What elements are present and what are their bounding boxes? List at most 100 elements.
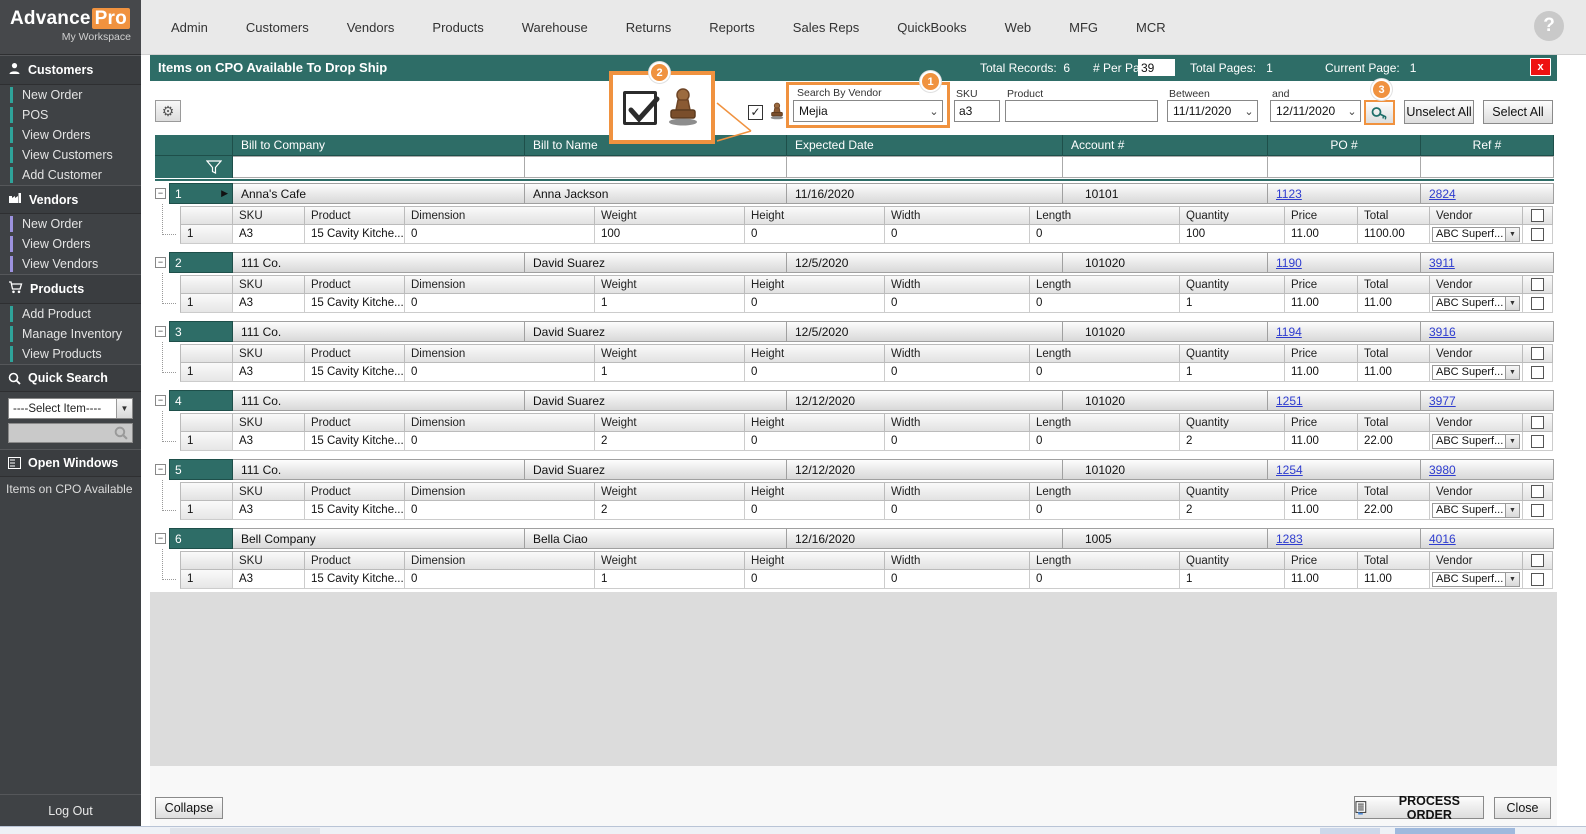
sidebar-item-new-order[interactable]: New Order: [0, 85, 141, 105]
process-order-button[interactable]: PROCESS ORDER: [1354, 796, 1484, 819]
quick-search-item-select[interactable]: ----Select Item---- ▼: [8, 398, 133, 419]
po-link[interactable]: 1251: [1276, 394, 1303, 408]
vendor-select[interactable]: ABC Superf...▼: [1432, 365, 1520, 380]
ref-link[interactable]: 3980: [1429, 463, 1456, 477]
chevron-down-icon[interactable]: ▼: [1505, 366, 1519, 379]
ref-link[interactable]: 3911: [1429, 256, 1455, 270]
filter-input-company[interactable]: [233, 156, 525, 178]
collapse-group-icon[interactable]: −: [155, 395, 166, 406]
nav-item-customers[interactable]: Customers: [246, 20, 309, 35]
nav-item-vendors[interactable]: Vendors: [347, 20, 395, 35]
ref-link[interactable]: 4016: [1429, 532, 1456, 546]
column-header-company[interactable]: Bill to Company: [233, 135, 525, 156]
nav-item-mcr[interactable]: MCR: [1136, 20, 1166, 35]
product-input[interactable]: [1005, 100, 1158, 122]
stamp-icon[interactable]: [769, 102, 785, 121]
collapse-button[interactable]: Collapse: [155, 797, 223, 819]
column-header-po[interactable]: PO #: [1268, 135, 1421, 156]
quick-search-input[interactable]: [8, 423, 133, 443]
po-link[interactable]: 1254: [1276, 463, 1303, 477]
nav-item-warehouse[interactable]: Warehouse: [522, 20, 588, 35]
unselect-all-button[interactable]: Unselect All: [1404, 100, 1474, 124]
select-all-button[interactable]: Select All: [1483, 100, 1553, 124]
header-checkbox[interactable]: [1531, 278, 1544, 291]
header-checkbox[interactable]: [1531, 209, 1544, 222]
header-checkbox[interactable]: [1531, 347, 1544, 360]
item-checkbox[interactable]: [1531, 366, 1544, 379]
nav-item-products[interactable]: Products: [432, 20, 483, 35]
close-icon[interactable]: x: [1530, 58, 1551, 76]
nav-item-web[interactable]: Web: [1005, 20, 1032, 35]
row-number-cell[interactable]: 3: [169, 321, 233, 342]
nav-item-reports[interactable]: Reports: [709, 20, 755, 35]
row-number-cell[interactable]: 2: [169, 252, 233, 273]
vendor-select[interactable]: ABC Superf...▼: [1432, 296, 1520, 311]
vendor-select[interactable]: Mejia ⌄: [793, 100, 943, 122]
vendor-select[interactable]: ABC Superf...▼: [1432, 227, 1520, 242]
header-checkbox[interactable]: [1531, 554, 1544, 567]
sku-input[interactable]: [954, 100, 1000, 122]
help-icon[interactable]: ?: [1534, 11, 1564, 41]
filter-input-po[interactable]: [1268, 156, 1421, 178]
sidebar-item-view-orders[interactable]: View Orders: [0, 125, 141, 145]
chevron-down-icon[interactable]: ▼: [1505, 297, 1519, 310]
sidebar-item-add-product[interactable]: Add Product: [0, 304, 141, 324]
filter-input-ref[interactable]: [1421, 156, 1554, 178]
vendor-select[interactable]: ABC Superf...▼: [1432, 503, 1520, 518]
item-checkbox[interactable]: [1531, 573, 1544, 586]
chevron-down-icon[interactable]: ▼: [1505, 573, 1519, 586]
sidebar-item-add-customer[interactable]: Add Customer: [0, 165, 141, 185]
sidebar-item-view-orders[interactable]: View Orders: [0, 234, 141, 254]
nav-item-admin[interactable]: Admin: [171, 20, 208, 35]
po-link[interactable]: 1190: [1276, 256, 1302, 270]
chevron-down-icon[interactable]: ▼: [1505, 435, 1519, 448]
column-header-account[interactable]: Account #: [1063, 135, 1268, 156]
nav-item-mfg[interactable]: MFG: [1069, 20, 1098, 35]
po-link[interactable]: 1283: [1276, 532, 1303, 546]
sidebar-item-pos[interactable]: POS: [0, 105, 141, 125]
sidebar-item-view-vendors[interactable]: View Vendors: [0, 254, 141, 274]
header-checkbox[interactable]: [1531, 485, 1544, 498]
open-window-item[interactable]: Items on CPO Available: [0, 477, 141, 496]
filter-funnel-icon[interactable]: [206, 160, 222, 174]
sidebar-item-view-customers[interactable]: View Customers: [0, 145, 141, 165]
logout-button[interactable]: Log Out: [0, 794, 141, 818]
ref-link[interactable]: 2824: [1429, 187, 1456, 201]
filter-input-account[interactable]: [1063, 156, 1268, 178]
vendor-select[interactable]: ABC Superf...▼: [1432, 572, 1520, 587]
chevron-down-icon[interactable]: ▼: [116, 399, 132, 418]
row-number-cell[interactable]: 1▶: [169, 183, 233, 204]
item-checkbox[interactable]: [1531, 435, 1544, 448]
collapse-group-icon[interactable]: −: [155, 188, 166, 199]
per-page-input[interactable]: [1138, 59, 1175, 76]
sidebar-item-view-products[interactable]: View Products: [0, 344, 141, 364]
column-header-ref[interactable]: Ref #: [1421, 135, 1554, 156]
item-checkbox[interactable]: [1531, 504, 1544, 517]
nav-item-quickbooks[interactable]: QuickBooks: [897, 20, 966, 35]
date-to-select[interactable]: 12/11/2020 ⌄: [1270, 100, 1361, 122]
nav-item-sales-reps[interactable]: Sales Reps: [793, 20, 859, 35]
collapse-group-icon[interactable]: −: [155, 257, 166, 268]
row-number-cell[interactable]: 6: [169, 528, 233, 549]
ref-link[interactable]: 3977: [1429, 394, 1456, 408]
date-from-select[interactable]: 11/11/2020 ⌄: [1167, 100, 1258, 122]
po-link[interactable]: 1123: [1276, 187, 1302, 201]
collapse-group-icon[interactable]: −: [155, 533, 166, 544]
close-button[interactable]: Close: [1494, 797, 1551, 819]
collapse-group-icon[interactable]: −: [155, 326, 166, 337]
item-checkbox[interactable]: [1531, 297, 1544, 310]
collapse-group-icon[interactable]: −: [155, 464, 166, 475]
row-number-cell[interactable]: 4: [169, 390, 233, 411]
sidebar-item-manage-inventory[interactable]: Manage Inventory: [0, 324, 141, 344]
filter-input-name[interactable]: [525, 156, 787, 178]
chevron-down-icon[interactable]: ▼: [1505, 504, 1519, 517]
filter-input-date[interactable]: [787, 156, 1063, 178]
po-link[interactable]: 1194: [1276, 325, 1302, 339]
nav-item-returns[interactable]: Returns: [626, 20, 672, 35]
vendor-select[interactable]: ABC Superf...▼: [1432, 434, 1520, 449]
item-checkbox[interactable]: [1531, 228, 1544, 241]
gear-icon[interactable]: ⚙: [155, 100, 181, 122]
ref-link[interactable]: 3916: [1429, 325, 1456, 339]
column-header-date[interactable]: Expected Date: [787, 135, 1063, 156]
chevron-down-icon[interactable]: ▼: [1505, 228, 1519, 241]
